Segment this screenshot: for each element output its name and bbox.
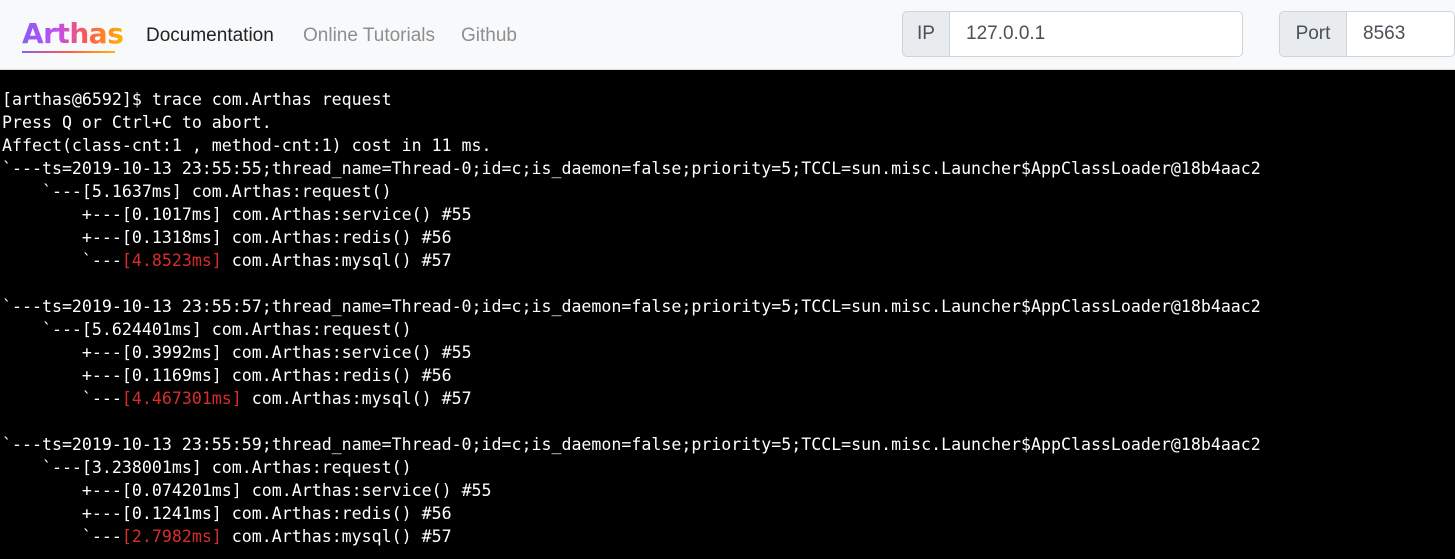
abort-hint-line: Press Q or Ctrl+C to abort.	[2, 113, 272, 132]
terminal-output[interactable]: [arthas@6592]$ trace com.Arthas request …	[0, 70, 1455, 559]
call-time: [0.074201ms]	[121, 481, 242, 500]
trace-call-line: `---[4.8523ms] com.Arthas:mysql() #57	[2, 249, 1455, 272]
nav-link-github[interactable]: Github	[461, 24, 517, 48]
trace-call-line: `---[2.7982ms] com.Arthas:mysql() #57	[2, 525, 1455, 548]
tree-prefix: +---	[2, 228, 122, 247]
affect-line: Affect(class-cnt:1 , method-cnt:1) cost …	[2, 136, 492, 155]
slow-call-time: [4.467301ms]	[121, 389, 242, 408]
call-method: com.Arthas:service() #55	[221, 343, 472, 362]
call-time: [0.1241ms]	[121, 504, 222, 523]
port-label: Port	[1279, 11, 1347, 57]
port-input[interactable]	[1347, 11, 1455, 57]
ip-input[interactable]	[950, 11, 1243, 57]
arthas-logo[interactable]: Arthas	[22, 17, 124, 51]
trace-call-line: +---[0.3992ms] com.Arthas:service() #55	[2, 341, 1455, 364]
trace-call-line: +---[0.1241ms] com.Arthas:redis() #56	[2, 502, 1455, 525]
slow-call-time: [4.8523ms]	[121, 251, 222, 270]
call-method: com.Arthas:service() #55	[221, 205, 472, 224]
trace-header: `---ts=2019-10-13 23:55:59;thread_name=T…	[2, 435, 1261, 454]
call-time: [0.1318ms]	[121, 228, 222, 247]
tree-prefix: `---	[2, 251, 122, 270]
top-navbar: Arthas Documentation Online Tutorials Gi…	[0, 0, 1455, 70]
trace-header: `---ts=2019-10-13 23:55:57;thread_name=T…	[2, 297, 1261, 316]
logo-underline	[22, 51, 115, 53]
trace-call-line: `---[4.467301ms] com.Arthas:mysql() #57	[2, 387, 1455, 410]
nav-link-documentation[interactable]: Documentation	[146, 24, 274, 48]
trace-root-call: `---[5.1637ms] com.Arthas:request()	[2, 182, 392, 201]
call-method: com.Arthas:service() #55	[241, 481, 492, 500]
call-method: com.Arthas:mysql() #57	[221, 251, 452, 270]
call-time: [0.3992ms]	[121, 343, 222, 362]
call-method: com.Arthas:redis() #56	[221, 366, 452, 385]
trace-root-call: `---[5.624401ms] com.Arthas:request()	[2, 320, 412, 339]
port-input-group: Port	[1279, 11, 1455, 57]
call-time: [0.1169ms]	[121, 366, 222, 385]
trace-call-line: +---[0.1169ms] com.Arthas:redis() #56	[2, 364, 1455, 387]
tree-prefix: `---	[2, 389, 122, 408]
call-method: com.Arthas:redis() #56	[221, 504, 452, 523]
slow-call-time: [2.7982ms]	[121, 527, 222, 546]
trace-header: `---ts=2019-10-13 23:55:55;thread_name=T…	[2, 159, 1261, 178]
tree-prefix: +---	[2, 343, 122, 362]
ip-label: IP	[902, 11, 950, 57]
tree-prefix: +---	[2, 504, 122, 523]
tree-prefix: +---	[2, 205, 122, 224]
tree-prefix: `---	[2, 527, 122, 546]
tree-prefix: +---	[2, 366, 122, 385]
trace-root-call: `---[3.238001ms] com.Arthas:request()	[2, 458, 412, 477]
call-method: com.Arthas:mysql() #57	[241, 389, 472, 408]
ip-input-group: IP	[902, 11, 1243, 57]
trace-call-line: +---[0.1017ms] com.Arthas:service() #55	[2, 203, 1455, 226]
trace-call-line: +---[0.1318ms] com.Arthas:redis() #56	[2, 226, 1455, 249]
trace-call-line: +---[0.074201ms] com.Arthas:service() #5…	[2, 479, 1455, 502]
command-line: [arthas@6592]$ trace com.Arthas request	[2, 90, 392, 109]
tree-prefix: +---	[2, 481, 122, 500]
call-method: com.Arthas:redis() #56	[221, 228, 452, 247]
call-time: [0.1017ms]	[121, 205, 222, 224]
nav-link-online-tutorials[interactable]: Online Tutorials	[303, 24, 435, 48]
call-method: com.Arthas:mysql() #57	[221, 527, 452, 546]
